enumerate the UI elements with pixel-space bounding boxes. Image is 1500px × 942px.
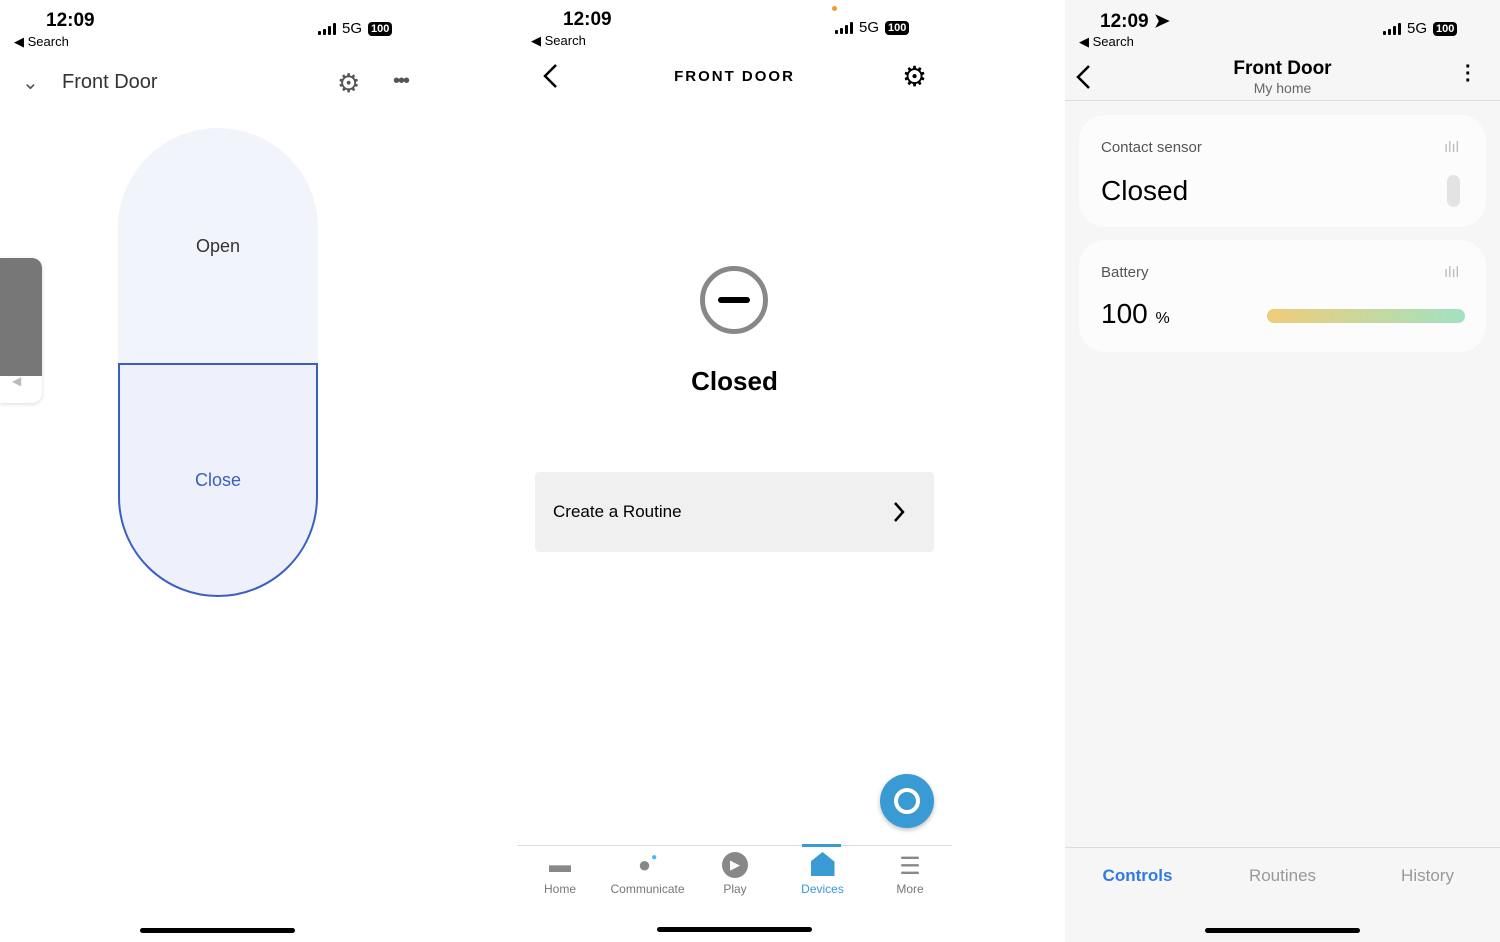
home-icon: ▬ — [549, 852, 571, 877]
close-button[interactable]: Close — [118, 363, 318, 597]
chevron-down-icon[interactable]: ⌄ — [22, 70, 39, 95]
battery-icon: 100 — [368, 21, 393, 36]
menu-icon: ☰ — [899, 853, 921, 880]
status-indicators: 5G 100 — [318, 20, 393, 37]
card-label: Contact sensor — [1101, 139, 1202, 156]
open-button[interactable]: Open — [118, 128, 318, 364]
battery-icon: 100 — [885, 20, 910, 35]
chevron-right-icon — [894, 502, 905, 522]
devices-icon — [783, 852, 863, 882]
tab-history[interactable]: History — [1355, 866, 1500, 886]
contact-sensor-card: Contact sensor ılıl Closed — [1079, 115, 1486, 227]
nav-label: More — [896, 882, 924, 896]
tab-bar: Controls Routines History — [1065, 866, 1500, 886]
signal-icon — [1383, 22, 1401, 35]
close-label: Close — [194, 470, 242, 490]
home-indicator — [1205, 928, 1360, 933]
location-arrow-icon: ➤ — [1153, 11, 1170, 32]
nav-communicate[interactable]: ●● Communicate — [608, 852, 688, 896]
contact-value: Closed — [1101, 175, 1189, 206]
network-label: 5G — [342, 20, 363, 37]
home-indicator — [140, 928, 295, 933]
signal-icon — [318, 22, 336, 35]
more-vertical-icon[interactable]: · · · — [1465, 57, 1472, 91]
battery-value: 100 % — [1101, 298, 1170, 329]
nav-label: Home — [543, 882, 576, 896]
back-to-search[interactable]: ◀ Search — [14, 34, 69, 50]
contact-toggle — [1447, 175, 1460, 207]
more-icon[interactable]: ••• — [393, 70, 410, 93]
bottom-nav-divider — [517, 845, 952, 846]
back-to-search[interactable]: ◀ Search — [531, 33, 586, 49]
header-divider — [1065, 100, 1500, 101]
status-indicators: 5G 100 — [1383, 20, 1458, 37]
create-routine-button[interactable]: Create a Routine — [535, 472, 934, 552]
gear-icon[interactable]: ⚙ — [902, 60, 927, 93]
tab-controls[interactable]: Controls — [1065, 866, 1210, 886]
nav-play[interactable]: ▶ Play — [695, 852, 775, 896]
nav-label: Play — [723, 882, 747, 896]
home-indicator — [657, 927, 812, 932]
page-title: FRONT DOOR — [674, 68, 795, 85]
routine-label: Create a Routine — [553, 502, 682, 521]
battery-card: Battery ılıl 100 % — [1079, 240, 1486, 352]
history-chart-icon[interactable]: ılıl — [1444, 139, 1459, 156]
network-label: 5G — [1407, 20, 1428, 37]
alexa-button[interactable] — [880, 774, 934, 828]
back-to-search[interactable]: ◀ Search — [1079, 34, 1134, 50]
play-icon: ▶ — [695, 852, 775, 882]
card-label: Battery — [1101, 264, 1149, 281]
nav-more[interactable]: ☰ More — [870, 852, 950, 896]
active-tab-indicator — [802, 844, 841, 847]
page-subtitle: My home — [1253, 80, 1312, 96]
volume-slider[interactable]: ◀ — [0, 258, 42, 403]
chat-icon: ●● — [637, 852, 658, 877]
privacy-dot — [832, 6, 837, 11]
status-time: 12:09 — [46, 10, 95, 31]
state-label: Closed — [691, 366, 778, 396]
closed-status-icon — [700, 266, 768, 334]
signal-icon — [835, 21, 853, 34]
bottom-nav: ▬ Home ●● Communicate ▶ Play Devices ☰ More — [520, 852, 950, 896]
status-time: 12:09 ➤ — [1100, 11, 1170, 32]
page-title: Front Door — [62, 71, 158, 93]
gear-icon[interactable]: ⚙ — [337, 68, 360, 99]
status-time: 12:09 — [563, 9, 612, 30]
battery-icon: 100 — [1433, 21, 1458, 36]
open-label: Open — [195, 236, 241, 256]
nav-label: Devices — [801, 882, 844, 896]
panel-smartthings: 12:09 ➤ ◀ Search 5G 100 Front Door My hom… — [1065, 0, 1500, 942]
nav-home[interactable]: ▬ Home — [520, 852, 600, 896]
page-title: Front Door — [1233, 58, 1332, 79]
network-label: 5G — [859, 19, 880, 36]
tabs-divider — [1065, 847, 1500, 848]
status-indicators: 5G 100 — [835, 19, 910, 36]
nav-devices[interactable]: Devices — [783, 852, 863, 896]
history-chart-icon[interactable]: ılıl — [1444, 264, 1459, 281]
nav-label: Communicate — [610, 882, 685, 896]
tab-routines[interactable]: Routines — [1210, 866, 1355, 886]
speaker-icon: ◀ — [12, 374, 22, 388]
battery-level-bar — [1267, 309, 1465, 323]
